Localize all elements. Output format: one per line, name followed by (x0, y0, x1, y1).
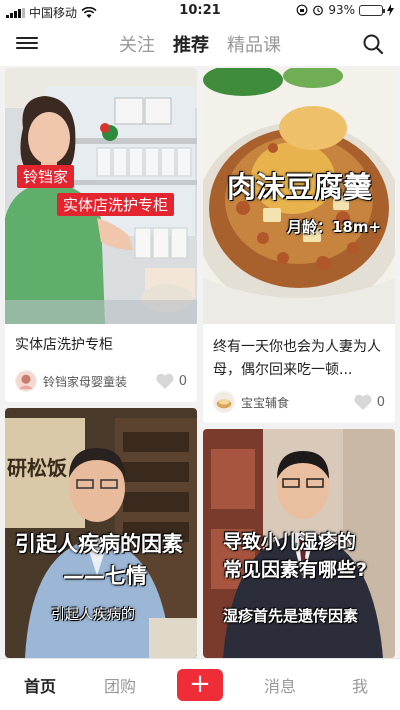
tab-recommend[interactable]: 推荐 (173, 31, 209, 57)
card-image: 肉沫豆腐羹 月龄：18m+ (203, 68, 395, 324)
author-name: 宝宝辅食 (241, 395, 290, 410)
feed-tabs: 关注 推荐 精品课 (0, 22, 400, 66)
overlay-dish-name: 肉沫豆腐羹 (227, 170, 373, 204)
feed-card-disease-factors[interactable]: 研松饭 引起人疾病的因素 ——七情 引起人疾病的 (5, 408, 197, 658)
card-image: 导致小儿湿疹的 常见因素有哪些? 湿疹首先是遗传因素 (203, 429, 395, 658)
tab-premium-courses[interactable]: 精品课 (227, 31, 281, 57)
avatar (213, 391, 235, 413)
overlay-sign-text: 研松饭 (7, 456, 67, 480)
alarm-icon (313, 5, 324, 16)
tab-me[interactable]: 我 (320, 673, 400, 697)
charging-icon (387, 4, 394, 16)
overlay-headline: 导致小儿湿疹的 (223, 531, 357, 553)
heart-icon (156, 373, 174, 389)
like-button[interactable]: 0 (155, 372, 187, 390)
overlay-subtitle: 湿疹首先是遗传因素 (223, 607, 359, 625)
bottom-tab-bar: 首页 团购 + 消息 我 (0, 658, 400, 710)
orientation-lock-icon (296, 4, 308, 16)
feed-card-eczema[interactable]: 导致小儿湿疹的 常见因素有哪些? 湿疹首先是遗传因素 (203, 429, 395, 658)
battery-percent: 93% (328, 3, 355, 17)
tab-follow[interactable]: 关注 (119, 31, 155, 57)
card-title: 实体店洗护专柜 (15, 337, 113, 353)
publish-plus-button[interactable]: + (177, 668, 223, 701)
overlay-headline: 引起人疾病的因素 (15, 532, 183, 556)
feed-card-store-care[interactable]: 铃铛家 实体店洗护专柜 实体店洗护专柜 铃铛家母婴童装 0 (5, 68, 197, 402)
card-image: 研松饭 引起人疾病的因素 ——七情 引起人疾病的 (5, 408, 197, 658)
card-meta: 宝宝辅食 0 (213, 391, 385, 413)
heart-icon (354, 394, 372, 410)
tab-home[interactable]: 首页 (0, 673, 80, 697)
overlay-subheadline: ——七情 (63, 564, 147, 588)
tab-group-buy[interactable]: 团购 (80, 673, 160, 697)
like-count: 0 (376, 394, 385, 410)
overlay-subtitle: 引起人疾病的 (51, 607, 135, 623)
status-right: 93% (296, 3, 394, 17)
search-icon[interactable] (362, 33, 384, 55)
battery-icon (359, 4, 385, 16)
recommend-feed: 铃铛家 实体店洗护专柜 实体店洗护专柜 铃铛家母婴童装 0 肉沫豆腐羹 月龄：1… (0, 66, 400, 658)
card-meta: 铃铛家母婴童装 0 (15, 370, 187, 392)
overlay-brand-tag: 铃铛家 (17, 165, 75, 188)
top-navigation: 关注 推荐 精品课 (0, 22, 400, 66)
feed-card-tofu-soup[interactable]: 肉沫豆腐羹 月龄：18m+ 终有一天你也会为人妻为人母，偶尔回来吃一顿... 宝… (203, 68, 395, 423)
publish-button-wrap: + (160, 668, 240, 701)
overlay-age: 月龄：18m+ (287, 218, 382, 236)
card-image: 铃铛家 实体店洗护专柜 (5, 68, 197, 324)
overlay-title-tag: 实体店洗护专柜 (57, 193, 175, 216)
author-name: 铃铛家母婴童装 (43, 374, 128, 389)
overlay-subheadline: 常见因素有哪些? (223, 559, 368, 581)
status-bar: 中国移动 10:21 93% (0, 0, 400, 22)
avatar (15, 370, 37, 392)
like-button[interactable]: 0 (353, 393, 385, 411)
tab-messages[interactable]: 消息 (240, 673, 320, 697)
like-count: 0 (178, 373, 187, 389)
card-title: 终有一天你也会为人妻为人母，偶尔回来吃一顿... (213, 339, 381, 378)
